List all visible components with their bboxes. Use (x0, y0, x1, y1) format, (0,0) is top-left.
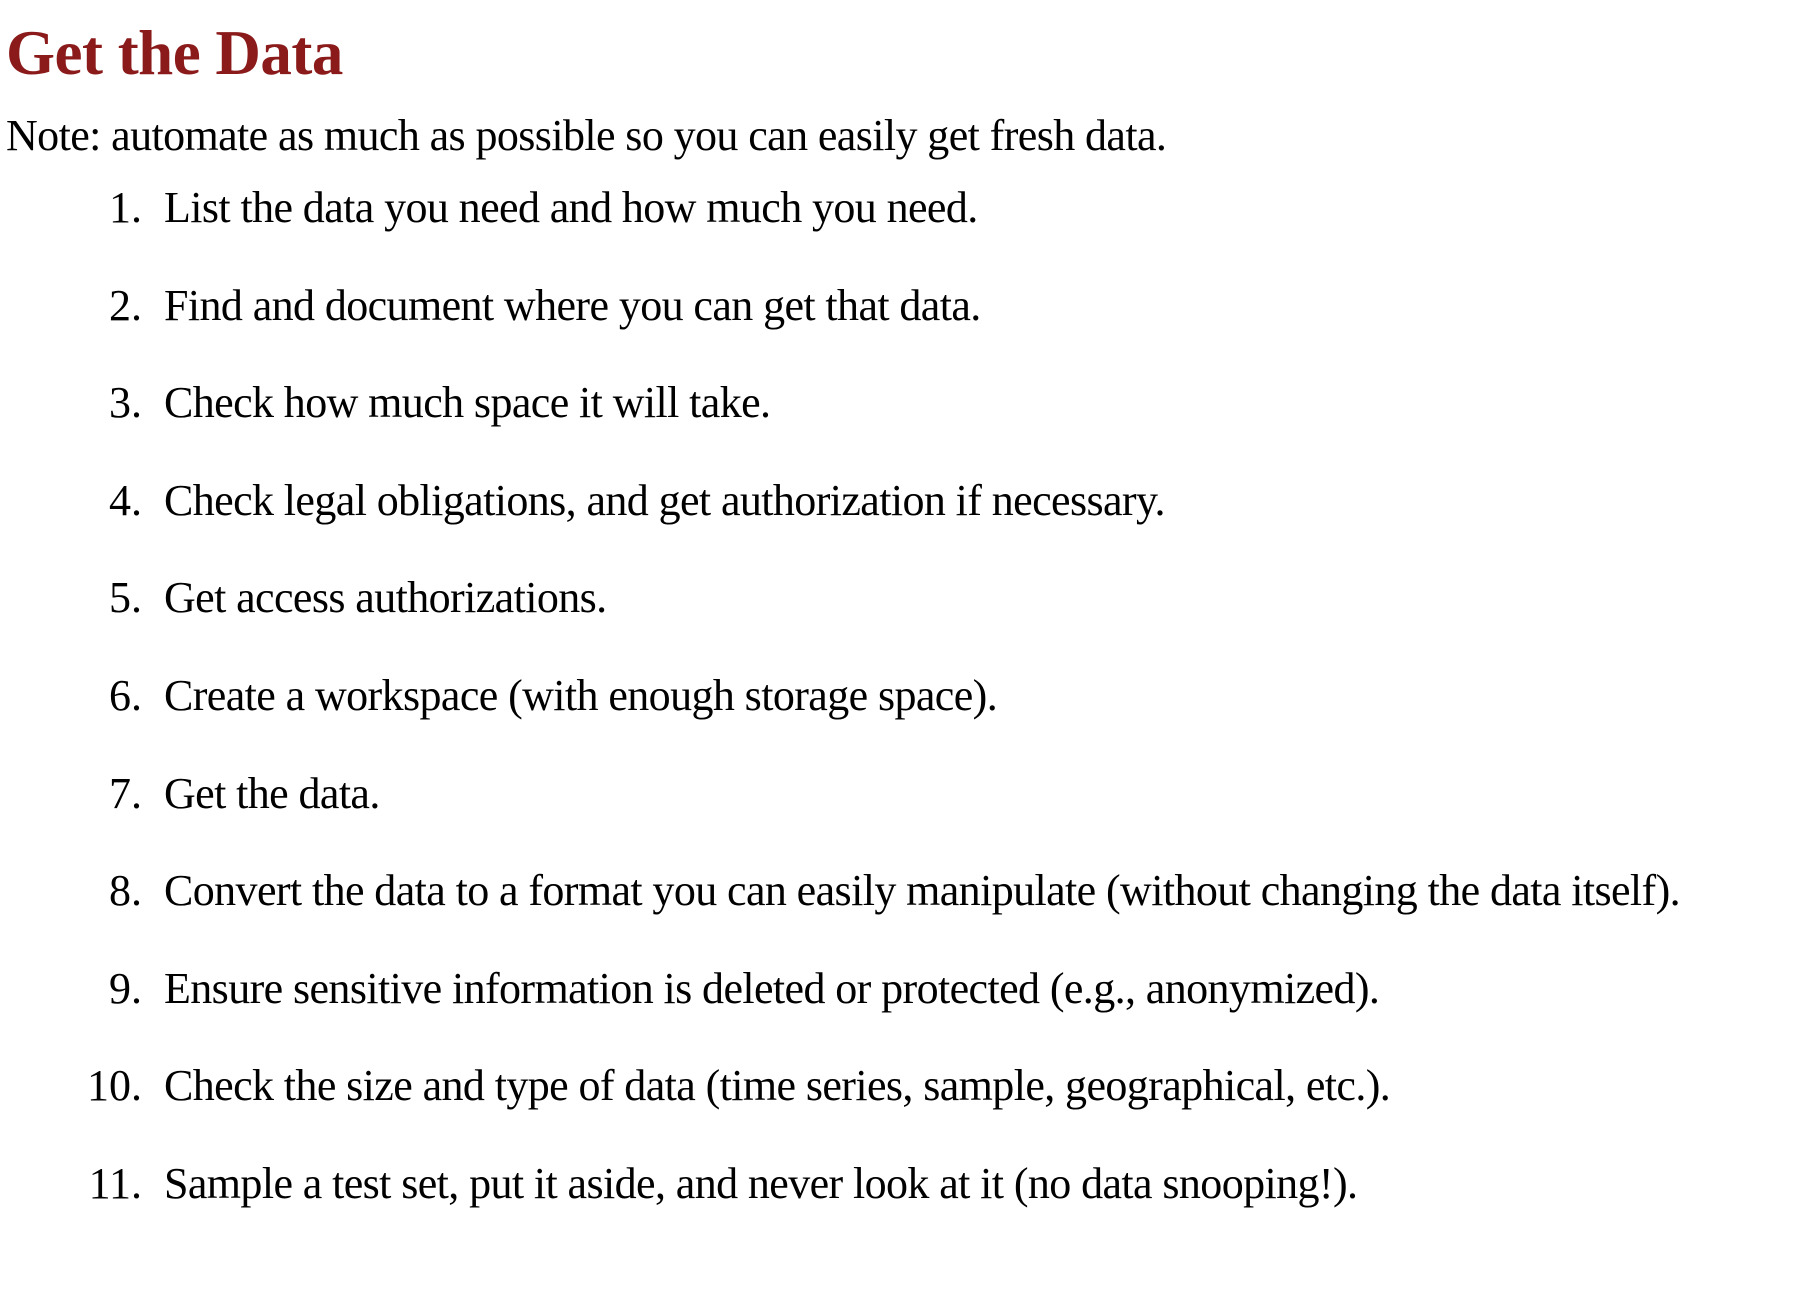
step-number: 3. (109, 378, 142, 428)
step-text: Convert the data to a format you can eas… (164, 866, 1681, 916)
step-text: Find and document where you can get that… (164, 280, 981, 330)
step-text: Check the size and type of data (time se… (164, 1061, 1391, 1111)
step-number: 7. (109, 768, 142, 818)
page-title: Get the Data (6, 18, 343, 88)
step-text: Create a workspace (with enough storage … (164, 670, 998, 720)
step-text: Sample a test set, put it aside, and nev… (164, 1158, 1358, 1208)
step-text: Check legal obligations, and get authori… (164, 475, 1166, 525)
step-number: 10. (87, 1061, 142, 1111)
step-number: 4. (109, 475, 142, 525)
note-text: Note: automate as much as possible so yo… (6, 111, 1167, 160)
step-number: 9. (109, 963, 142, 1013)
step-text: Ensure sensitive information is deleted … (164, 963, 1380, 1013)
step-text: Check how much space it will take. (164, 378, 771, 428)
step-text: Get the data. (164, 768, 380, 818)
step-text: Get access authorizations. (164, 573, 607, 623)
step-number: 5. (109, 573, 142, 623)
step-number: 2. (109, 280, 142, 330)
step-text: List the data you need and how much you … (164, 183, 978, 232)
step-number: 1. (109, 183, 142, 232)
document-page: Get the Data Note: automate as much as p… (0, 0, 1806, 1314)
step-number: 8. (109, 866, 142, 916)
step-number: 6. (109, 670, 142, 720)
step-number: 11. (88, 1158, 142, 1208)
